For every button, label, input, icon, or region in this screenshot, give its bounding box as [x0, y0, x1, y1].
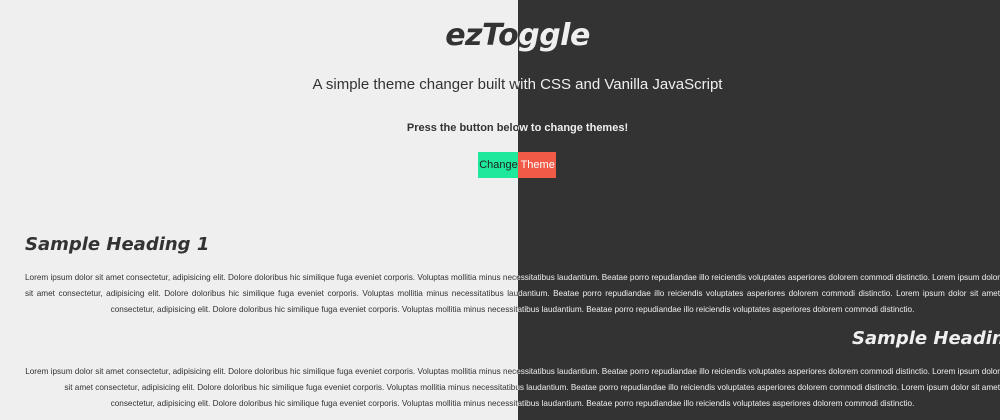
app-title: ezToggle — [445, 18, 518, 53]
instruction-text: Press the button below to change themes! — [406, 122, 518, 134]
subtitle: A simple theme changer built with CSS an… — [312, 76, 518, 93]
subtitle: A simple theme changer built with CSS an… — [518, 76, 723, 93]
dark-theme-page: ezToggle A simple theme changer built wi… — [518, 0, 1000, 420]
sample-paragraph-1: Lorem ipsum dolor sit amet consectetur, … — [25, 273, 518, 314]
light-theme-page: ezToggle A simple theme changer built wi… — [0, 0, 518, 420]
dark-theme-half: ezToggle A simple theme changer built wi… — [518, 0, 1000, 420]
sample-paragraph-1: Lorem ipsum dolor sit amet consectetur, … — [518, 273, 1000, 314]
sample-heading-2: Sample Heading 2 — [852, 328, 1000, 349]
sample-paragraph-2: Lorem ipsum dolor sit amet consectetur, … — [518, 367, 1000, 408]
sample-paragraph-2: Lorem ipsum dolor sit amet consectetur, … — [25, 367, 518, 408]
change-theme-button[interactable]: Change Theme — [518, 152, 556, 178]
app-title: ezToggle — [518, 18, 590, 53]
light-theme-half: ezToggle A simple theme changer built wi… — [0, 0, 518, 420]
instruction-text: Press the button below to change themes! — [518, 122, 629, 134]
change-theme-button[interactable]: Change Theme — [478, 152, 518, 178]
sample-heading-1: Sample Heading 1 — [25, 234, 210, 255]
